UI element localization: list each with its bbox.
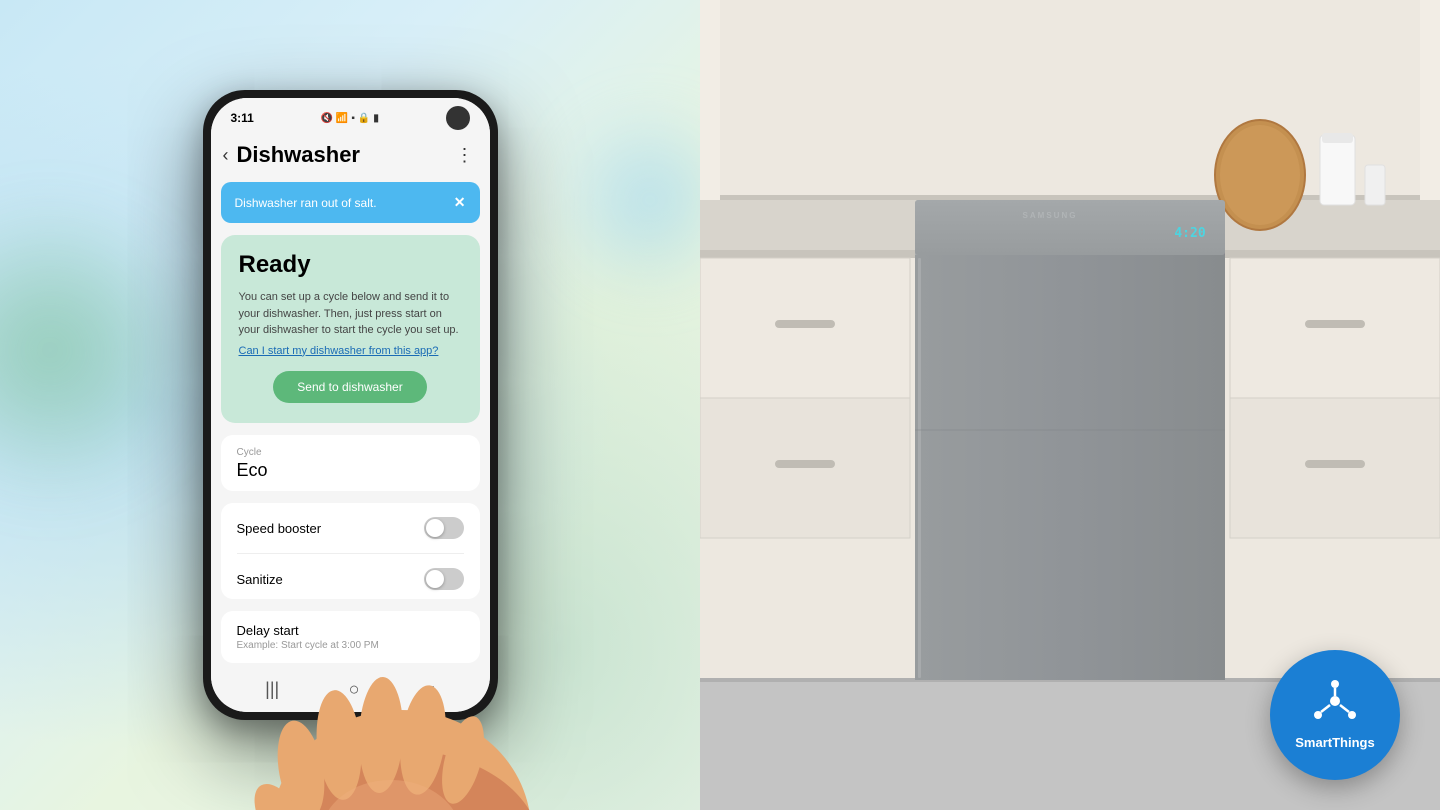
- status-bar: 3:11 🔇 📶 ▪ 🔒 ▮: [211, 98, 490, 134]
- speed-booster-label: Speed booster: [237, 521, 322, 536]
- wifi-icon: 📶: [336, 113, 348, 124]
- cycle-value: Eco: [237, 460, 464, 481]
- right-panel: SAMSUNG 4:20: [700, 0, 1440, 810]
- svg-text:4:20: 4:20: [1174, 226, 1205, 241]
- battery-icon: ▮: [373, 113, 379, 124]
- hand-svg: [231, 650, 571, 810]
- phone-screen: 3:11 🔇 📶 ▪ 🔒 ▮ ‹ Dishwasher ⋮: [211, 98, 490, 712]
- ready-link[interactable]: Can I start my dishwasher from this app?: [239, 345, 462, 357]
- speed-booster-item: Speed booster: [221, 503, 480, 553]
- cycle-section[interactable]: Cycle Eco: [221, 435, 480, 492]
- page-title: Dishwasher: [237, 142, 456, 168]
- ready-card: Ready You can set up a cycle below and s…: [221, 235, 480, 423]
- signal-icon: ▪: [351, 113, 355, 124]
- sanitize-item: Sanitize: [221, 554, 480, 599]
- status-time: 3:11: [231, 111, 254, 125]
- ready-description: You can set up a cycle below and send it…: [239, 289, 462, 339]
- cycle-label: Cycle: [237, 447, 464, 458]
- sanitize-label: Sanitize: [237, 572, 283, 587]
- mute-icon: 🔇: [320, 113, 332, 124]
- svg-text:SAMSUNG: SAMSUNG: [1023, 211, 1078, 220]
- ready-title: Ready: [239, 251, 462, 279]
- alert-banner: Dishwasher ran out of salt. ✕: [221, 182, 480, 223]
- left-panel: 3:11 🔇 📶 ▪ 🔒 ▮ ‹ Dishwasher ⋮: [0, 0, 700, 810]
- speed-booster-toggle[interactable]: [424, 517, 464, 539]
- send-to-dishwasher-button[interactable]: Send to dishwasher: [273, 371, 426, 403]
- phone-hand-group: 3:11 🔇 📶 ▪ 🔒 ▮ ‹ Dishwasher ⋮: [203, 90, 498, 720]
- bg-blur-blue: [550, 100, 700, 300]
- toggle-section: Speed booster Sanitize: [221, 503, 480, 599]
- status-icons: 🔇 📶 ▪ 🔒 ▮: [320, 113, 378, 124]
- alert-close-button[interactable]: ✕: [454, 194, 466, 211]
- alert-text: Dishwasher ran out of salt.: [235, 196, 377, 210]
- smartthings-icon: [1308, 679, 1363, 729]
- delay-start-title: Delay start: [237, 623, 464, 638]
- cycle-item[interactable]: Cycle Eco: [221, 435, 480, 492]
- smartthings-label: SmartThings: [1295, 735, 1374, 751]
- smartthings-badge: SmartThings: [1270, 650, 1400, 780]
- back-button[interactable]: ‹: [223, 145, 229, 166]
- lock-icon: 🔒: [358, 113, 370, 124]
- profile-avatar: [446, 106, 470, 130]
- sanitize-toggle[interactable]: [424, 568, 464, 590]
- bg-blur-green: [0, 200, 200, 500]
- more-options-button[interactable]: ⋮: [456, 145, 474, 166]
- phone-device: 3:11 🔇 📶 ▪ 🔒 ▮ ‹ Dishwasher ⋮: [203, 90, 498, 720]
- app-header: ‹ Dishwasher ⋮: [211, 134, 490, 176]
